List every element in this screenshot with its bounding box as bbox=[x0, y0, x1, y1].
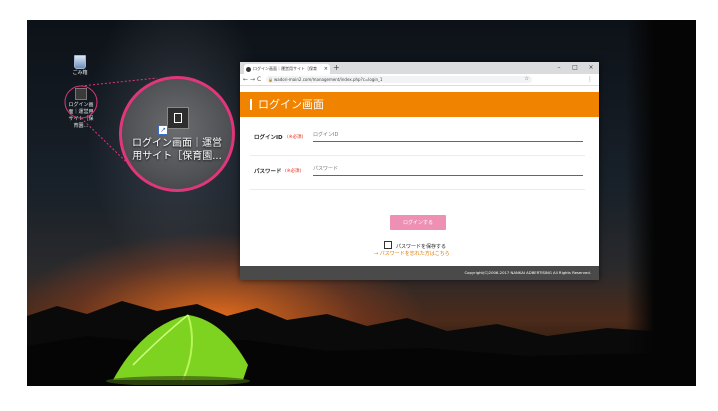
maximize-button[interactable]: □ bbox=[567, 62, 583, 74]
url-text: wadori-main2.com/management/index.php?c=… bbox=[274, 77, 383, 82]
address-bar-row: ← → C 🔒 wadori-main2.com/management/inde… bbox=[240, 74, 599, 86]
login-id-label: ログインID bbox=[254, 135, 283, 141]
login-id-input[interactable] bbox=[313, 129, 583, 142]
header-accent-bar bbox=[250, 99, 252, 110]
remember-password[interactable]: パスワードを保存する bbox=[384, 241, 446, 250]
browser-window: ログイン画面｜運営用サイト［保育 × + – □ × ← → C 🔒 wador… bbox=[240, 62, 599, 280]
tab-close-icon[interactable]: × bbox=[324, 64, 328, 74]
password-input[interactable] bbox=[313, 163, 583, 176]
password-label: パスワード bbox=[254, 169, 282, 175]
page-footer: Copyright(C)2006-2017 NANKAI ADBERTISING… bbox=[240, 266, 599, 280]
url-field[interactable]: 🔒 wadori-main2.com/management/index.php?… bbox=[266, 76, 532, 83]
page-header: ログイン画面 bbox=[240, 92, 599, 117]
close-window-button[interactable]: × bbox=[583, 62, 599, 74]
magnified-shortcut-label: ログイン画面｜運営 用サイト［保育園... bbox=[132, 138, 222, 162]
forward-button[interactable]: → bbox=[250, 74, 255, 85]
reload-button[interactable]: C bbox=[257, 74, 261, 85]
password-row: パスワード (※必須) bbox=[250, 155, 585, 190]
shortcut-arrow-icon: ↗ bbox=[158, 125, 168, 135]
login-id-row: ログインID (※必須) bbox=[250, 121, 585, 156]
login-button[interactable]: ログインする bbox=[390, 215, 446, 230]
forgot-password-link[interactable]: パスワードを忘れた方はこちら bbox=[380, 251, 450, 257]
shortcut-file-icon-magnified bbox=[167, 107, 189, 129]
new-tab-button[interactable]: + bbox=[333, 63, 340, 72]
forgot-arrow: → bbox=[374, 251, 379, 257]
window-controls: – □ × bbox=[551, 62, 599, 74]
desktop-screenshot: ごみ箱 ログイン画面｜運営用サイト［保育園… ↗ ログイン画面｜運営 用サイト［… bbox=[27, 20, 696, 386]
tab-login[interactable]: ログイン画面｜運営用サイト［保育 × bbox=[244, 64, 330, 74]
browser-menu-button[interactable]: ⋮ bbox=[587, 74, 593, 85]
lock-icon: 🔒 bbox=[268, 77, 273, 82]
minimize-button[interactable]: – bbox=[551, 62, 567, 74]
favicon-icon bbox=[246, 66, 251, 72]
forgot-password: → パスワードを忘れた方はこちら bbox=[374, 250, 450, 257]
bookmark-star-icon[interactable]: ☆ bbox=[525, 76, 529, 83]
tab-bar: ログイン画面｜運営用サイト［保育 × + – □ × bbox=[240, 62, 599, 74]
login-id-required: (※必須) bbox=[287, 134, 304, 140]
magnifier-lens: ↗ ログイン画面｜運営 用サイト［保育園... bbox=[119, 76, 235, 192]
login-form: ログインID (※必須) パスワード (※必須) ログインする パスワードを保存… bbox=[240, 117, 599, 267]
page-title: ログイン画面 bbox=[258, 98, 324, 111]
back-button[interactable]: ← bbox=[243, 74, 248, 85]
remember-checkbox[interactable] bbox=[384, 241, 392, 249]
tab-title: ログイン画面｜運営用サイト［保育 bbox=[253, 66, 317, 71]
password-required: (※必須) bbox=[285, 168, 302, 174]
